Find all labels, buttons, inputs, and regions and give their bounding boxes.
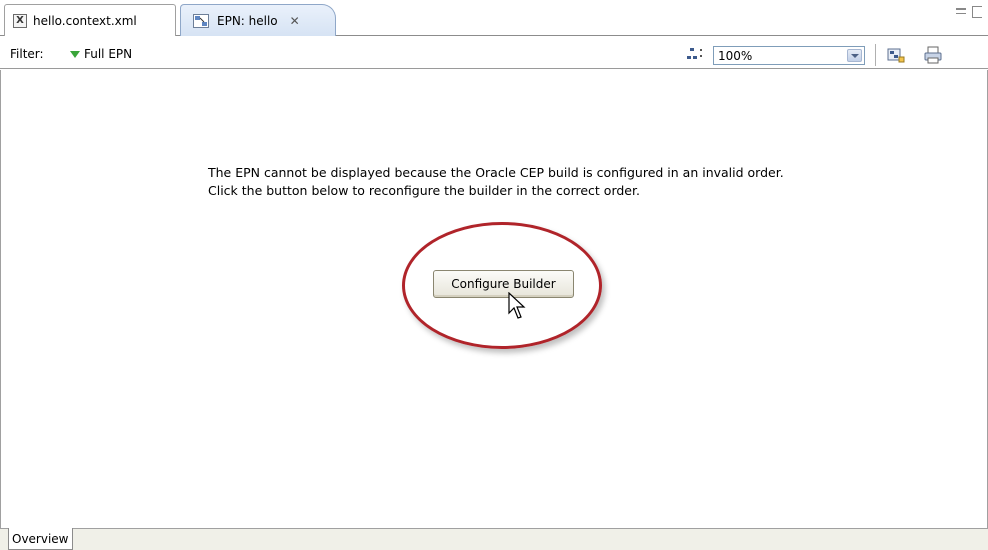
tab-overview[interactable]: Overview xyxy=(8,528,73,550)
export-image-button[interactable] xyxy=(885,44,907,66)
epn-diagram-icon xyxy=(193,13,209,28)
tab-label: hello.context.xml xyxy=(33,13,137,28)
error-message: The EPN cannot be displayed because the … xyxy=(208,164,784,200)
error-message-line: The EPN cannot be displayed because the … xyxy=(208,165,784,180)
epn-toolbar: Filter: Full EPN 100% xyxy=(0,37,988,69)
xml-file-icon: X xyxy=(13,13,27,28)
auto-layout-icon[interactable] xyxy=(687,47,705,61)
mouse-cursor-icon xyxy=(508,292,526,319)
filter-value[interactable]: Full EPN xyxy=(84,47,132,61)
epn-canvas: The EPN cannot be displayed because the … xyxy=(0,70,988,528)
export-image-icon xyxy=(887,48,905,63)
tab-epn-hello[interactable]: EPN: hello ✕ xyxy=(180,4,336,36)
bottom-tab-bar: Overview xyxy=(0,528,988,550)
tab-label: EPN: hello xyxy=(217,13,278,28)
printer-icon xyxy=(924,46,942,64)
zoom-select[interactable]: 100% xyxy=(713,46,865,65)
minimize-icon[interactable] xyxy=(956,8,966,14)
print-button[interactable] xyxy=(922,44,944,66)
chevron-down-icon[interactable] xyxy=(847,49,862,62)
toolbar-divider xyxy=(875,44,876,66)
tab-hello-context-xml[interactable]: X hello.context.xml xyxy=(4,4,176,36)
maximize-icon[interactable] xyxy=(972,6,982,18)
editor-tab-bar: X hello.context.xml EPN: hello ✕ xyxy=(0,0,988,36)
instruction-message-line: Click the button below to reconfigure th… xyxy=(208,183,640,198)
zoom-value: 100% xyxy=(718,48,753,63)
configure-builder-button[interactable]: Configure Builder xyxy=(433,270,574,298)
filter-label: Filter: xyxy=(10,47,44,61)
filter-dropdown-icon[interactable] xyxy=(70,51,80,58)
close-icon[interactable]: ✕ xyxy=(290,14,300,28)
